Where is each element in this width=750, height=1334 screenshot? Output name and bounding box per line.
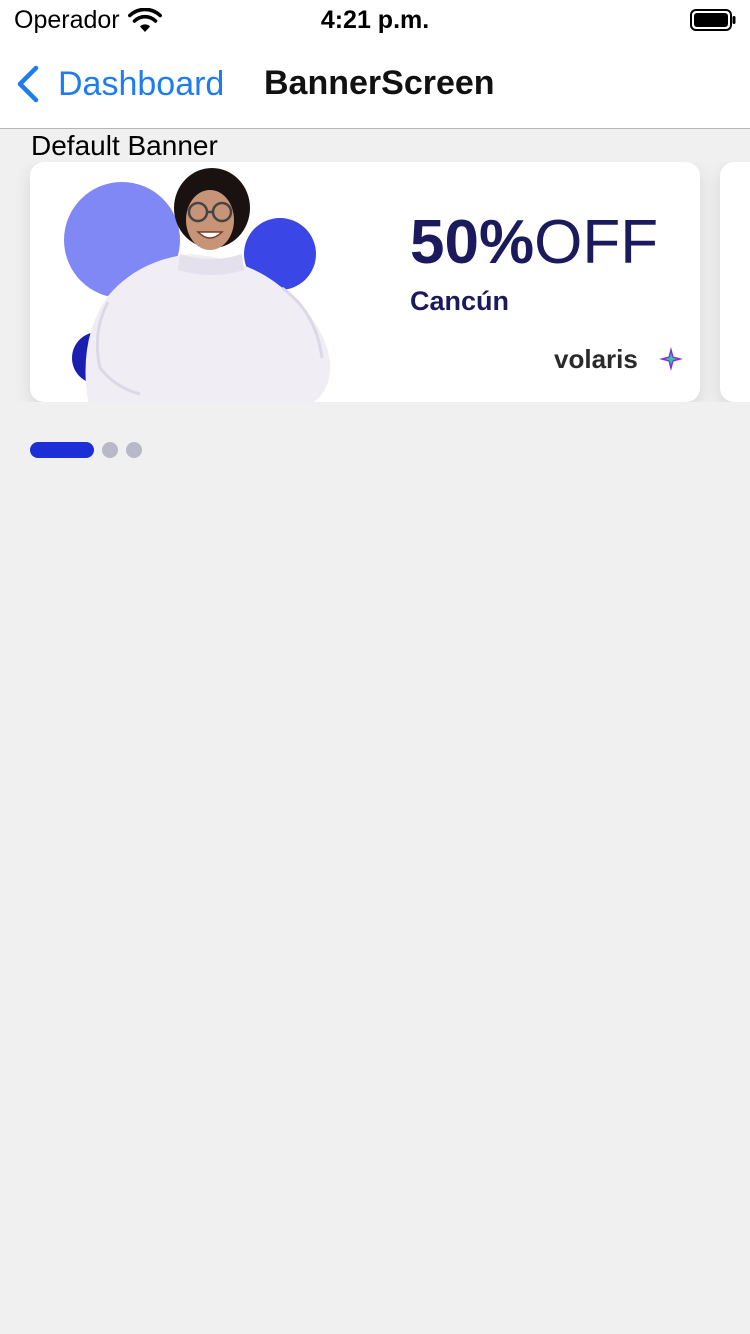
destination-label: Cancún [410,286,510,316]
discount-percent: 50% [410,208,535,277]
discount-headline: 50%OFF [410,212,658,274]
promo-photo [64,168,331,402]
status-time: 4:21 p.m. [320,6,430,34]
page-dot[interactable] [126,442,142,458]
discount-suffix: OFF [534,208,659,277]
volaris-sparkle-icon [659,347,683,371]
banner-card-next[interactable] [720,162,750,402]
back-button[interactable]: Dashboard [14,60,224,108]
banner-card[interactable]: 50%OFF Cancún volaris [30,162,700,402]
battery-icon [690,9,736,31]
page-dot-active[interactable] [30,442,94,458]
banner-carousel[interactable]: 50%OFF Cancún volaris [0,162,750,402]
section-label: Default Banner [31,130,218,161]
brand-logo: volaris [554,344,638,374]
page-title: BannerScreen [264,64,495,102]
page-indicator [30,442,150,458]
chevron-left-icon [17,65,39,103]
back-button-label: Dashboard [58,64,225,103]
page-dot[interactable] [102,442,118,458]
navigation-bar: Dashboard BannerScreen [0,40,750,129]
status-bar: Operador 4:21 p.m. [0,0,750,40]
